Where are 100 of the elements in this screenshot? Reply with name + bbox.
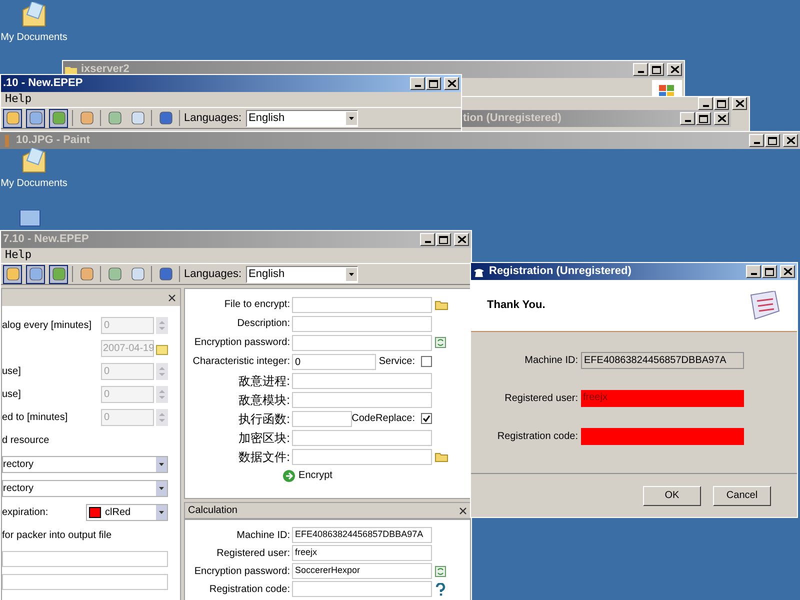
close-button[interactable] bbox=[714, 112, 729, 125]
minimize-button[interactable] bbox=[746, 265, 761, 278]
icon-label[interactable]: My Documents bbox=[0, 176, 68, 191]
dialog-button[interactable]: Cancel bbox=[713, 486, 771, 506]
close-icon bbox=[786, 137, 794, 144]
minimize-button[interactable] bbox=[633, 63, 648, 76]
question-mark-icon[interactable] bbox=[435, 582, 446, 596]
text-field[interactable] bbox=[581, 428, 744, 445]
text-field[interactable] bbox=[292, 334, 432, 350]
text-field[interactable] bbox=[292, 316, 432, 332]
maximize-button[interactable] bbox=[714, 97, 729, 110]
close-button[interactable] bbox=[732, 97, 747, 110]
restore-icon bbox=[768, 136, 777, 144]
menu-item[interactable]: Help bbox=[5, 247, 32, 264]
minimize-icon bbox=[638, 71, 644, 73]
close-icon bbox=[736, 100, 744, 107]
maximize-icon bbox=[765, 268, 774, 276]
field-label: 敌意模块: bbox=[238, 392, 291, 408]
refresh-icon[interactable] bbox=[435, 566, 446, 576]
window-title: Registration (Unregistered) bbox=[489, 264, 632, 280]
close-icon bbox=[458, 236, 466, 243]
field-label: Encryption password: bbox=[193, 564, 291, 578]
close-icon bbox=[718, 115, 726, 122]
color-dropdown[interactable]: clRed bbox=[86, 504, 168, 520]
dialog-button[interactable]: OK bbox=[643, 486, 701, 506]
text-field[interactable] bbox=[292, 392, 432, 408]
maximize-icon bbox=[652, 66, 661, 74]
field-label: Encryption password: bbox=[193, 336, 291, 350]
checkbox[interactable] bbox=[421, 413, 432, 424]
languages-label: Languages: bbox=[184, 266, 242, 282]
field-label: Machine ID: bbox=[236, 528, 291, 542]
text-field[interactable] bbox=[2, 550, 168, 566]
field-label: Machine ID: bbox=[524, 354, 579, 368]
minimize-button[interactable] bbox=[749, 134, 764, 147]
language-select[interactable]: English bbox=[246, 110, 358, 126]
folder-icon[interactable] bbox=[435, 299, 448, 310]
text-field[interactable]: 0 bbox=[292, 354, 376, 370]
maximize-icon bbox=[429, 80, 438, 88]
folder-icon[interactable] bbox=[435, 451, 448, 462]
field-label: Description: bbox=[236, 317, 291, 331]
window-title: ixserver2 bbox=[81, 62, 130, 78]
menu-item[interactable]: Help bbox=[5, 91, 32, 108]
text-field[interactable]: EFE40863824456857DBBA97A bbox=[292, 527, 432, 543]
maximize-button[interactable] bbox=[696, 112, 711, 125]
close-button[interactable] bbox=[667, 63, 682, 76]
maximize-icon bbox=[699, 114, 708, 122]
window-title: 10.JPG - Paint bbox=[16, 133, 91, 148]
checkmark-icon bbox=[423, 415, 430, 422]
text-field[interactable] bbox=[292, 581, 432, 597]
text-field[interactable]: EFE40863824456857DBBA97A bbox=[581, 352, 744, 369]
maximize-button[interactable] bbox=[649, 63, 664, 76]
checkbox-label: CodeReplace: bbox=[352, 412, 415, 426]
encrypt-button[interactable]: Encrypt bbox=[282, 468, 332, 483]
minimize-button[interactable] bbox=[420, 233, 435, 246]
close-button[interactable] bbox=[444, 77, 459, 90]
minimize-icon bbox=[424, 241, 430, 243]
text-field[interactable]: freejx bbox=[292, 545, 432, 561]
maximize-button[interactable] bbox=[436, 233, 451, 246]
field-label: Characteristic integer: bbox=[192, 355, 291, 369]
minimize-icon bbox=[750, 273, 756, 275]
text-field[interactable] bbox=[292, 296, 432, 312]
close-icon[interactable] bbox=[168, 294, 176, 302]
text-field[interactable] bbox=[292, 410, 352, 426]
option-label: expiration: bbox=[2, 506, 50, 520]
refresh-icon[interactable] bbox=[435, 337, 446, 348]
maximize-icon bbox=[717, 100, 726, 108]
minimize-button[interactable] bbox=[680, 112, 695, 125]
close-icon bbox=[670, 66, 678, 73]
languages-label: Languages: bbox=[184, 110, 242, 126]
field-label: Registered user: bbox=[504, 392, 579, 406]
field-label: 加密区块: bbox=[238, 430, 291, 446]
option-label: d resource bbox=[2, 434, 50, 448]
maximize-button[interactable] bbox=[762, 265, 777, 278]
text-field[interactable] bbox=[292, 430, 432, 446]
text-field[interactable] bbox=[292, 372, 432, 388]
maximize-button[interactable] bbox=[426, 77, 441, 90]
close-icon bbox=[448, 80, 456, 87]
minimize-button[interactable] bbox=[410, 77, 425, 90]
text-field[interactable]: SoccererHexpor bbox=[292, 563, 432, 579]
option-label: use] bbox=[2, 388, 22, 402]
close-icon[interactable] bbox=[459, 506, 467, 514]
close-button[interactable] bbox=[783, 134, 798, 147]
close-button[interactable] bbox=[780, 265, 795, 278]
dropdown[interactable]: rectory bbox=[2, 480, 168, 496]
field-label: 敌意进程: bbox=[238, 372, 291, 390]
option-label: alog every [minutes] bbox=[2, 319, 92, 333]
window-title: 7.10 - New.EPEP bbox=[3, 232, 90, 248]
minimize-button[interactable] bbox=[698, 97, 713, 110]
maximize-icon bbox=[439, 236, 448, 244]
minimize-icon bbox=[684, 120, 690, 122]
icon-label[interactable]: My Documents bbox=[0, 30, 68, 45]
language-select[interactable]: English bbox=[246, 266, 358, 282]
dropdown[interactable]: rectory bbox=[2, 456, 168, 472]
checkbox[interactable] bbox=[421, 356, 432, 367]
text-field[interactable] bbox=[292, 448, 432, 464]
close-button[interactable] bbox=[454, 233, 469, 246]
restore-button[interactable] bbox=[765, 134, 780, 147]
field-label: File to encrypt: bbox=[223, 298, 291, 312]
option-label: for packer into output file bbox=[2, 529, 113, 543]
text-field[interactable] bbox=[2, 574, 168, 590]
